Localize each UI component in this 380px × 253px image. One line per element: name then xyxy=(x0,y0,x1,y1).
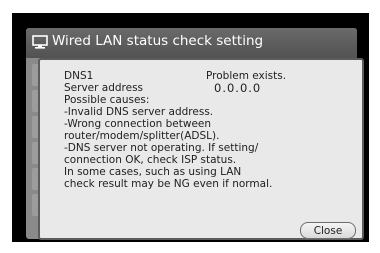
server-address-value: 0.0.0.0 xyxy=(214,81,262,95)
screen: Wired LAN status check setting DNS1 Prob… xyxy=(12,13,369,242)
message-line: -Invalid DNS server address. xyxy=(64,106,214,118)
status-dialog: DNS1 Problem exists. Server address 0.0.… xyxy=(38,58,364,240)
message-line: connection OK, check ISP status. xyxy=(64,154,237,166)
dns-item-label: DNS1 xyxy=(64,70,94,82)
monitor-icon xyxy=(32,35,48,49)
message-line: router/modem/splitter(ADSL). xyxy=(64,130,220,142)
close-button[interactable]: Close xyxy=(300,222,356,239)
window-title: Wired LAN status check setting xyxy=(52,33,264,49)
message-line: In some cases, such as using LAN xyxy=(64,166,242,178)
title-bar: Wired LAN status check setting xyxy=(26,28,357,58)
server-address-label: Server address xyxy=(64,82,144,94)
message-line: -DNS server not operating. If setting/ xyxy=(64,142,259,154)
message-line: -Wrong connection between xyxy=(64,118,212,130)
message-line: Possible causes: xyxy=(64,94,150,106)
message-line: check result may be NG even if normal. xyxy=(64,178,273,190)
